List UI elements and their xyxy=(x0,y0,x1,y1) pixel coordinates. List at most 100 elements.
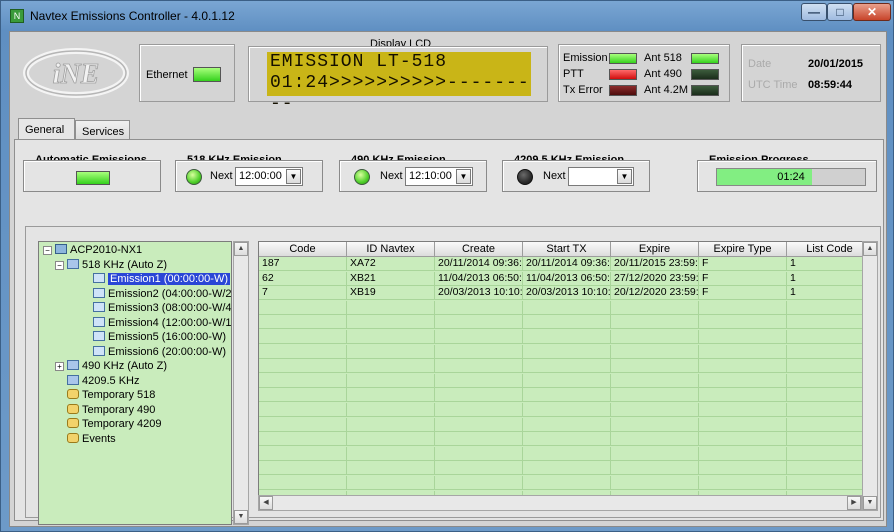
table-row[interactable] xyxy=(259,300,871,315)
column-header[interactable]: Start TX xyxy=(523,242,611,257)
table-cell xyxy=(699,359,787,374)
tree-item[interactable]: Emission3 (08:00:00-W/4) xyxy=(93,301,231,315)
column-header[interactable]: Expire Type xyxy=(699,242,787,257)
collapse-icon[interactable]: − xyxy=(55,260,64,270)
table-cell: 20/11/2014 09:36: xyxy=(523,257,611,271)
chevron-down-icon[interactable]: ▼ xyxy=(286,169,301,184)
table-cell xyxy=(611,476,699,490)
tree-item-label: Temporary 490 xyxy=(82,403,156,416)
table-cell xyxy=(523,300,611,315)
table-cell xyxy=(611,359,699,374)
scroll-down-icon[interactable]: ▼ xyxy=(234,510,248,524)
table-cell xyxy=(699,388,787,403)
column-header[interactable]: ID Navtex xyxy=(347,242,435,257)
ethernet-label: Ethernet xyxy=(146,69,188,81)
table-cell xyxy=(523,432,611,447)
table-cell xyxy=(347,315,435,330)
tree-item[interactable]: +490 KHz (Auto Z) xyxy=(55,359,167,373)
scroll-right-icon[interactable]: ▶ xyxy=(847,496,861,510)
table-row[interactable]: 7 XB19 20/03/2013 10:10: 20/03/2013 10:10: 2… xyxy=(259,286,871,301)
table-cell xyxy=(699,373,787,388)
computer-icon xyxy=(55,244,67,254)
table-row[interactable]: 187 XA72 20/11/2014 09:36: 20/11/2014 09:36… xyxy=(259,257,871,271)
tree-item[interactable]: Emission4 (12:00:00-W/10 xyxy=(93,316,231,330)
column-header[interactable]: List Code xyxy=(787,242,871,257)
table-cell xyxy=(347,300,435,315)
tree-item[interactable]: Emission6 (20:00:00-W) xyxy=(93,345,226,359)
table-row[interactable] xyxy=(259,344,871,359)
table-hscrollbar[interactable]: ◀ ▶ xyxy=(258,495,862,511)
k4209-next-select[interactable]: ▼ xyxy=(568,167,634,186)
table-cell xyxy=(699,446,787,461)
tree-item[interactable]: 4209.5 KHz xyxy=(67,374,139,388)
app-icon: N xyxy=(10,9,24,23)
table-vscrollbar[interactable]: ▲ ▼ xyxy=(862,241,878,511)
column-header[interactable]: Expire xyxy=(611,242,699,257)
table-cell xyxy=(787,388,871,402)
table-row[interactable] xyxy=(259,461,871,476)
table-cell xyxy=(787,301,871,315)
column-header[interactable]: Code xyxy=(259,242,347,257)
k518-next-select[interactable]: 12:00:00 ▼ xyxy=(235,167,303,186)
tree-item[interactable]: Temporary 490 xyxy=(67,403,155,417)
table-cell xyxy=(259,315,347,330)
scroll-up-icon[interactable]: ▲ xyxy=(234,242,248,256)
k490-next-select[interactable]: 12:10:00 ▼ xyxy=(405,167,473,186)
date-label: Date xyxy=(748,58,772,70)
table-row[interactable] xyxy=(259,315,871,330)
document-icon xyxy=(93,287,105,298)
ethernet-led-icon xyxy=(193,67,221,82)
minimize-button[interactable]: — xyxy=(801,3,827,21)
chevron-down-icon[interactable]: ▼ xyxy=(617,169,632,184)
tree-item[interactable]: Emission5 (16:00:00-W) xyxy=(93,330,226,344)
table-row[interactable]: 62 XB21 11/04/2013 06:50: 11/04/2013 06:50:… xyxy=(259,271,871,286)
table-cell: 27/12/2020 23:59: xyxy=(611,271,699,286)
column-header[interactable]: Create xyxy=(435,242,523,257)
table-row[interactable] xyxy=(259,446,871,461)
tree-scrollbar[interactable]: ▲ ▼ xyxy=(233,241,249,525)
table-cell xyxy=(435,432,523,447)
table-cell xyxy=(699,330,787,344)
scroll-left-icon[interactable]: ◀ xyxy=(259,496,273,510)
emission-progress-bar: 01:24 xyxy=(716,168,866,186)
tree-item[interactable]: Temporary 4209 xyxy=(67,417,162,431)
table-cell: 11/04/2013 06:50: xyxy=(523,271,611,286)
table-cell xyxy=(523,476,611,490)
table-cell xyxy=(699,476,787,490)
scroll-up-icon[interactable]: ▲ xyxy=(863,242,877,256)
table-cell xyxy=(347,461,435,476)
table-cell xyxy=(435,344,523,359)
table-row[interactable] xyxy=(259,476,871,490)
auto-emissions-led-icon[interactable] xyxy=(76,171,110,185)
ant490-led-icon xyxy=(691,69,719,80)
tree-item[interactable]: Temporary 518 xyxy=(67,388,155,402)
table-cell xyxy=(787,345,871,359)
collapse-icon[interactable]: − xyxy=(43,246,52,255)
expand-icon[interactable]: + xyxy=(55,362,64,371)
table-row[interactable] xyxy=(259,330,871,344)
table-cell xyxy=(259,330,347,344)
emission-tree[interactable]: − ACP2010-NX1−518 KHz (Auto Z) Emission1 (… xyxy=(38,241,232,525)
tree-item[interactable]: − 518 KHz (Auto Z) xyxy=(55,258,167,272)
tree-item[interactable]: Emission1 (00:00:00-W) xyxy=(93,272,230,286)
chevron-down-icon[interactable]: ▼ xyxy=(456,169,471,184)
tree-item-label: Emission1 (00:00:00-W) xyxy=(108,273,230,285)
table-row[interactable] xyxy=(259,373,871,388)
table-row[interactable] xyxy=(259,432,871,447)
tree-root[interactable]: − ACP2010-NX1 xyxy=(43,243,142,257)
table-cell xyxy=(435,359,523,374)
tree-item[interactable]: Events xyxy=(67,432,116,446)
table-row[interactable] xyxy=(259,403,871,417)
table-row[interactable] xyxy=(259,388,871,403)
title-bar: N Navtex Emissions Controller - 4.0.1.12… xyxy=(1,1,893,31)
table-cell xyxy=(435,315,523,330)
table-row[interactable] xyxy=(259,417,871,432)
maximize-button[interactable]: □ xyxy=(827,3,853,21)
k490-next-value: 12:10:00 xyxy=(409,170,452,182)
scroll-down-icon[interactable]: ▼ xyxy=(863,496,877,510)
tree-item[interactable]: Emission2 (04:00:00-W/2) xyxy=(93,287,231,301)
ant490-label: Ant 490 xyxy=(644,68,682,80)
table-cell: 11/04/2013 06:50: xyxy=(435,271,523,286)
close-button[interactable]: ✕ xyxy=(853,3,891,21)
table-row[interactable] xyxy=(259,359,871,374)
